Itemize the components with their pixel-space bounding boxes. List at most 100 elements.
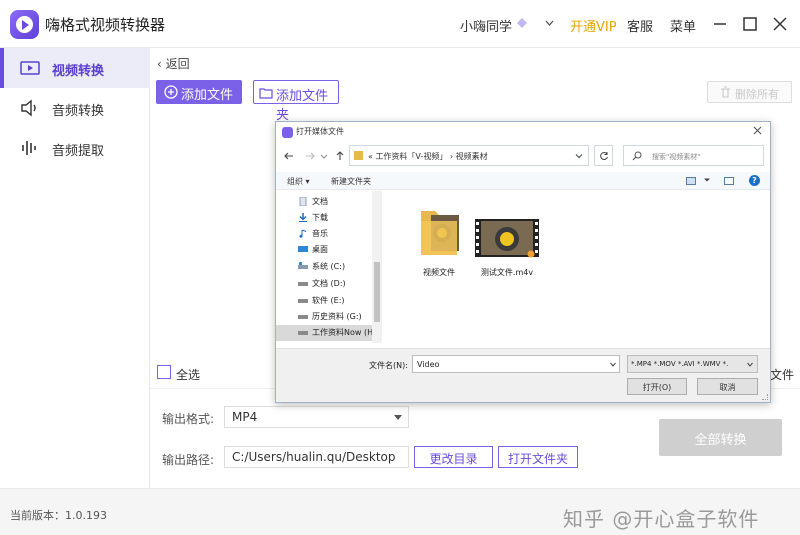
filename-input[interactable] (412, 355, 620, 373)
chevron-down-icon[interactable] (575, 152, 583, 160)
nav-item-downloads[interactable]: 下载 (298, 210, 378, 226)
folder-icon (354, 151, 363, 160)
help-icon[interactable]: ? (749, 175, 760, 186)
app-title: 嗨格式视频转换器 (45, 16, 166, 34)
sidebar-item-audio-convert[interactable]: 音频转换 (0, 88, 150, 128)
dialog-toolbar: 组织 ▾ 新建文件夹 ? (276, 172, 770, 190)
preview-pane-icon[interactable] (724, 177, 734, 185)
chevron-down-icon (747, 362, 753, 367)
video-thumbnail-icon (475, 219, 539, 258)
minimize-icon[interactable] (712, 16, 728, 32)
view-icon[interactable] (686, 177, 696, 185)
drive-icon (298, 299, 308, 303)
up-arrow-icon[interactable] (334, 150, 346, 162)
nav-item-drive-c[interactable]: 系统 (C:) (298, 259, 378, 275)
back-label: 返回 (165, 57, 190, 71)
nav-item-documents[interactable]: 文档 (298, 194, 378, 210)
menu-link[interactable]: 菜单 (670, 16, 696, 35)
organize-menu[interactable]: 组织 ▾ (287, 176, 310, 187)
output-format-value: MP4 (232, 410, 258, 424)
document-icon (299, 197, 307, 206)
drive-icon (298, 262, 308, 269)
select-all-label: 全选 (176, 368, 201, 382)
convert-all-button[interactable]: 全部转换 (659, 419, 782, 456)
open-media-dialog: 打开媒体文件 « 工作资料「V-视频」 › 视频素材 搜索"视频素材" 组织 ▾… (275, 121, 771, 403)
status-bar: 当前版本：1.0.193 知乎 @开心盒子软件 (0, 488, 800, 535)
dialog-close-icon[interactable] (752, 125, 763, 136)
file-type-select[interactable]: *.MP4 *.MOV *.AVI *.WMV *. (627, 355, 758, 373)
service-link[interactable]: 客服 (627, 16, 653, 35)
file-name: 测试文件.m4v (480, 268, 534, 277)
file-column-label: 文件 (770, 368, 795, 382)
nav-scroll-thumb[interactable] (374, 262, 380, 322)
output-path-input[interactable] (224, 446, 409, 468)
folder-icon (259, 88, 273, 99)
sidebar-item-label: 音频提取 (52, 144, 105, 159)
folder-thumbnail-icon (421, 211, 459, 255)
nav-item-drive-d[interactable]: 文档 (D:) (298, 276, 378, 292)
file-item-video[interactable]: 测试文件.m4v (472, 193, 542, 283)
nav-item-drive-h[interactable]: 工作资料Now (H:) (276, 325, 376, 341)
open-button[interactable]: 打开(O) (627, 378, 687, 395)
back-arrow-icon[interactable] (283, 150, 295, 162)
drive-icon (298, 315, 308, 319)
chevron-down-icon[interactable] (610, 362, 616, 367)
delete-all-label: 删除所有 (735, 88, 779, 101)
search-placeholder: 搜索"视频素材" (652, 153, 701, 161)
add-file-label: 添加文件 (181, 88, 234, 103)
title-bar: 嗨格式视频转换器 小嗨同学 开通VIP 客服 菜单 (0, 0, 800, 48)
output-format-select[interactable]: MP4 (224, 406, 409, 428)
chevron-down-icon[interactable] (545, 20, 554, 26)
drive-icon (298, 282, 308, 286)
forward-arrow-icon[interactable] (304, 150, 316, 162)
plus-circle-icon (164, 85, 178, 99)
app-logo-icon (10, 10, 39, 39)
sidebar-item-label: 音频转换 (52, 104, 105, 119)
close-icon[interactable] (772, 16, 788, 32)
file-list-pane: 视频文件 测试文件.m4v (384, 191, 770, 343)
version-text: 当前版本：1.0.193 (10, 509, 107, 522)
change-directory-button[interactable]: 更改目录 (414, 446, 493, 468)
delete-all-button[interactable]: 删除所有 (707, 81, 792, 103)
address-path: « 工作资料「V-视频」 › 视频素材 (368, 152, 488, 161)
address-bar[interactable]: « 工作资料「V-视频」 › 视频素材 (349, 145, 589, 166)
search-box[interactable]: 搜索"视频素材" (623, 145, 764, 166)
refresh-button[interactable] (594, 145, 613, 166)
waveform-icon (22, 141, 36, 155)
download-icon (299, 213, 307, 222)
cancel-button[interactable]: 取消 (697, 378, 758, 395)
nav-item-desktop[interactable]: 桌面 (298, 242, 378, 258)
open-label: 打开(O) (642, 383, 672, 392)
dialog-bottom-area: 文件名(N): *.MP4 *.MOV *.AVI *.WMV *. 打开(O)… (276, 348, 770, 402)
maximize-icon[interactable] (742, 16, 758, 32)
open-folder-button[interactable]: 打开文件夹 (498, 446, 578, 468)
nav-item-music[interactable]: 音乐 (298, 226, 378, 242)
nav-item-label: 工作资料Now (H:) (312, 328, 374, 337)
user-badge-icon (517, 18, 527, 28)
add-folder-button[interactable]: 添加文件夹 (253, 80, 339, 123)
resize-grip[interactable] (762, 394, 768, 400)
nav-item-drive-g[interactable]: 历史资料 (G:) (298, 309, 378, 325)
open-folder-label: 打开文件夹 (507, 452, 568, 466)
nav-item-drive-e[interactable]: 软件 (E:) (298, 293, 378, 309)
output-path-label: 输出路径: (162, 453, 215, 467)
chevron-down-icon[interactable] (704, 177, 710, 183)
music-icon (299, 229, 307, 238)
history-dropdown-icon[interactable] (320, 150, 328, 162)
sidebar-item-audio-extract[interactable]: 音频提取 (0, 128, 150, 168)
search-icon (632, 151, 642, 161)
sidebar-item-video-convert[interactable]: 视频转换 (0, 48, 150, 88)
add-file-button[interactable]: 添加文件 (156, 80, 242, 104)
add-folder-label: 添加文件夹 (276, 89, 329, 123)
dialog-title: 打开媒体文件 (296, 127, 344, 136)
cancel-label: 取消 (719, 383, 736, 392)
vip-link[interactable]: 开通VIP (570, 16, 617, 35)
back-link[interactable]: ‹ 返回 (157, 55, 190, 72)
drive-icon (298, 331, 308, 335)
select-all-checkbox[interactable] (157, 365, 171, 379)
user-name[interactable]: 小嗨同学 (460, 16, 512, 35)
convert-all-label: 全部转换 (694, 433, 747, 448)
new-folder-button[interactable]: 新建文件夹 (331, 176, 371, 187)
change-directory-label: 更改目录 (429, 452, 478, 466)
file-item-folder[interactable]: 视频文件 (404, 193, 474, 283)
